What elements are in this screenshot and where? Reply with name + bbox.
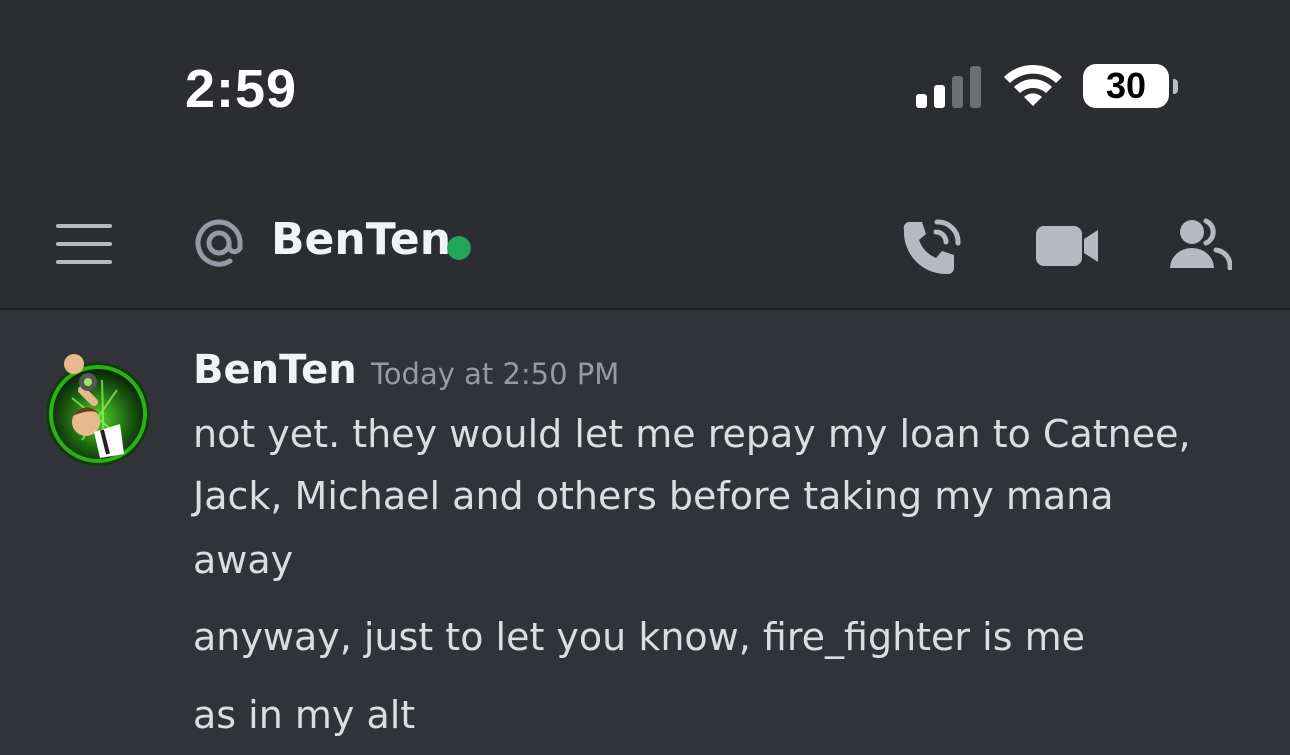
wifi-icon: [1004, 64, 1062, 106]
message-line: as in my alt: [193, 693, 416, 737]
voice-call-icon[interactable]: [902, 218, 966, 276]
battery-level: 30: [1083, 64, 1169, 108]
message-line: away: [193, 538, 294, 582]
message-author[interactable]: BenTen: [193, 347, 357, 393]
video-call-icon[interactable]: [1036, 224, 1100, 268]
recipient-name[interactable]: BenTen: [271, 214, 451, 265]
status-bar: 2:59 30: [0, 0, 1290, 180]
battery-indicator: 30: [1083, 64, 1181, 110]
status-time: 2:59: [185, 59, 298, 119]
dm-screen: 2:59 30 BenTen BenTen Today at 2:50 PM n…: [0, 0, 1290, 755]
members-icon[interactable]: [1168, 218, 1232, 270]
hamburger-menu-icon[interactable]: [56, 224, 112, 264]
user-avatar[interactable]: [42, 350, 154, 468]
battery-tip: [1173, 79, 1178, 94]
channel-header: BenTen: [0, 180, 1290, 310]
online-status-icon: [447, 236, 471, 260]
message-line: anyway, just to let you know, fire_fight…: [193, 615, 1085, 659]
message-line: Jack, Michael and others before taking m…: [193, 474, 1114, 518]
cellular-signal-icon: [916, 66, 981, 108]
message-timestamp: Today at 2:50 PM: [371, 357, 620, 391]
at-icon: [195, 219, 243, 267]
message-line: not yet. they would let me repay my loan…: [193, 412, 1191, 456]
